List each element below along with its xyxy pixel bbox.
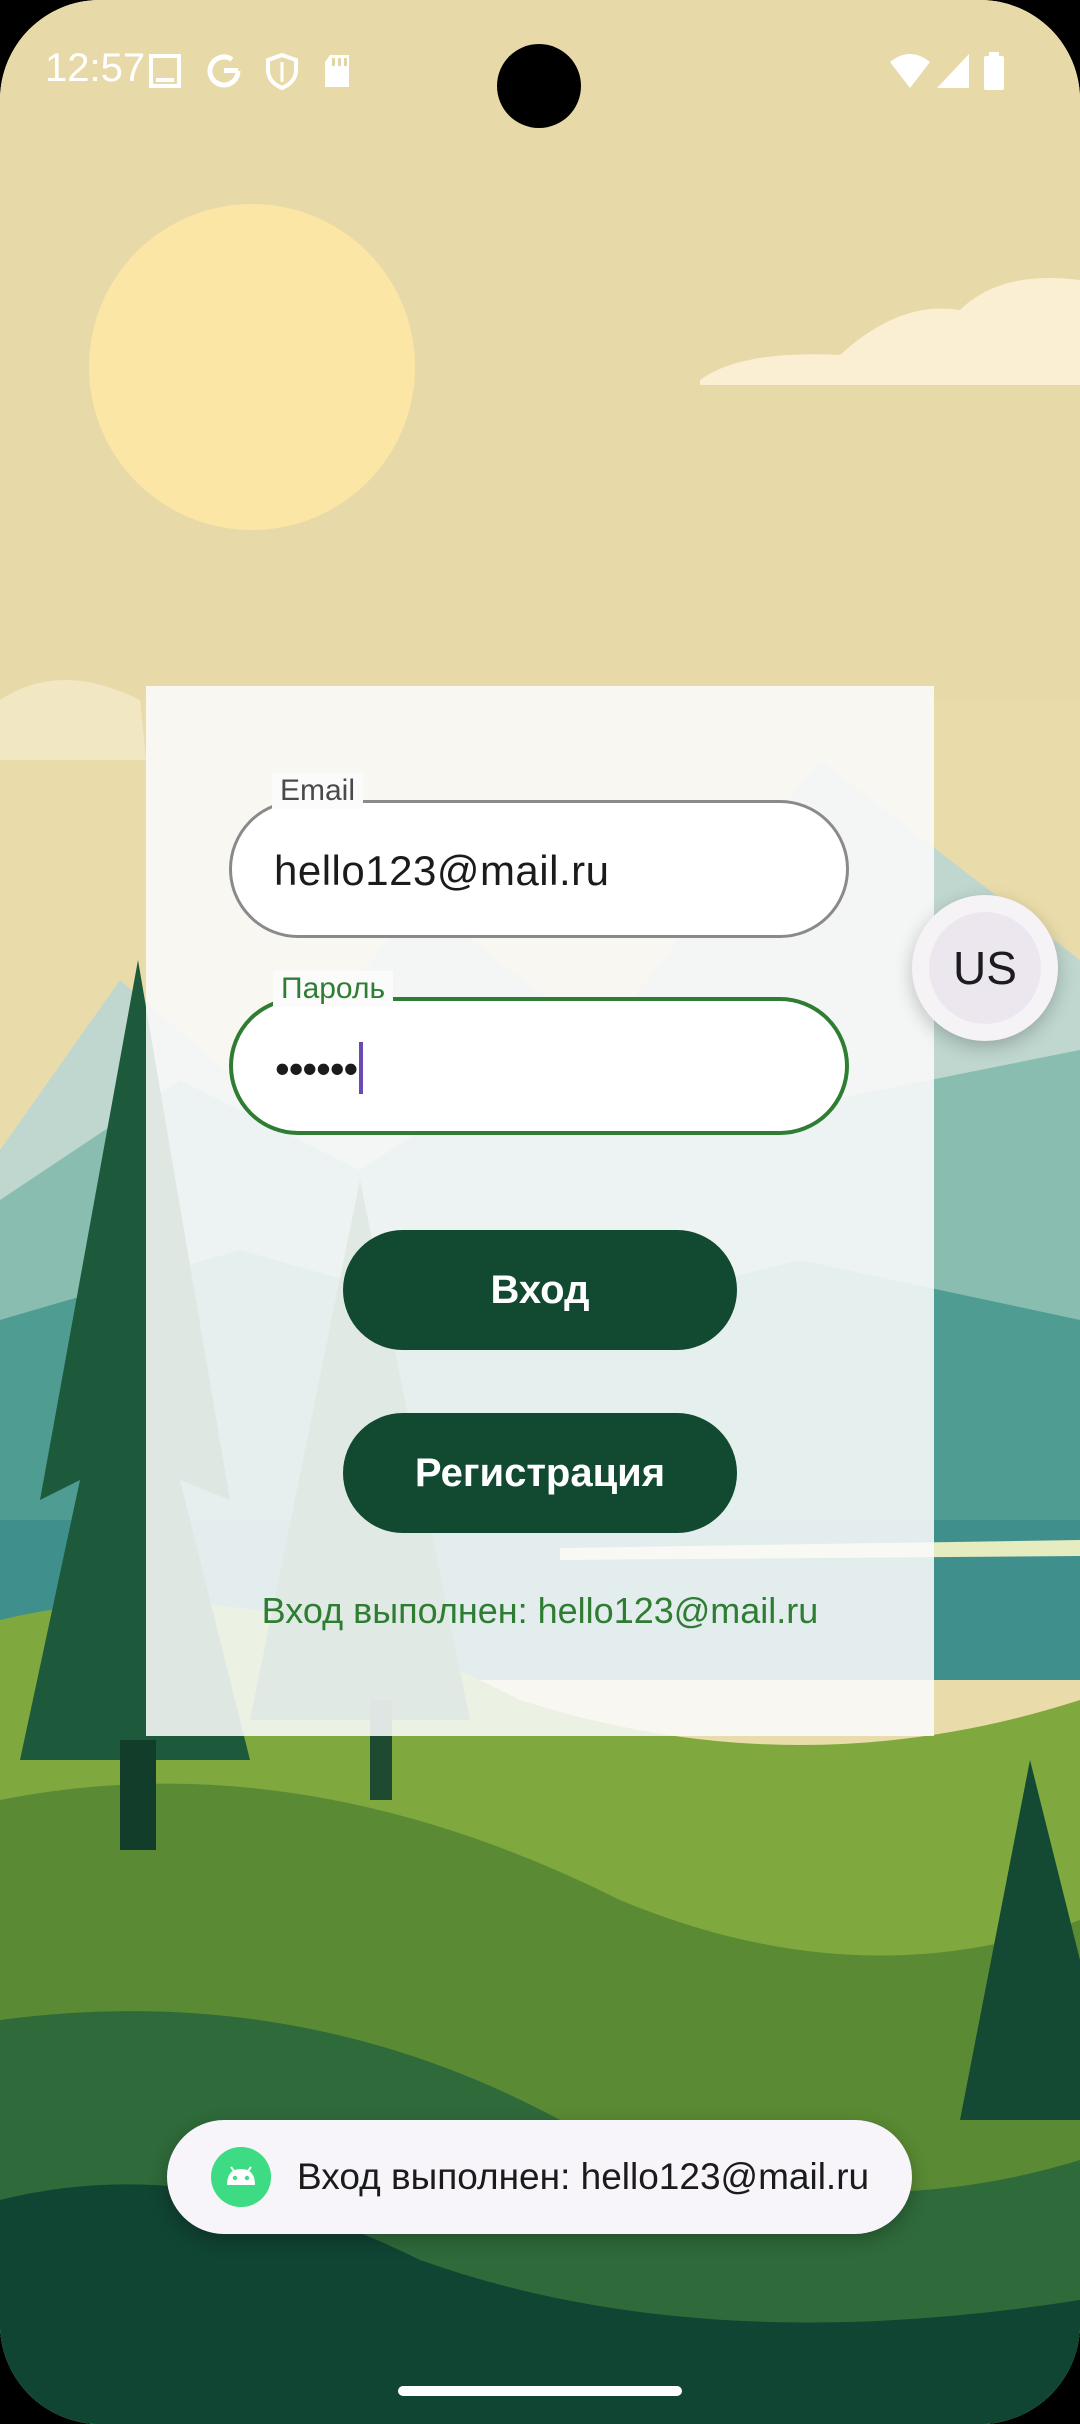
toast: Вход выполнен: hello123@mail.ru xyxy=(167,2120,912,2234)
camera-cutout xyxy=(497,44,581,128)
email-label: Email xyxy=(272,773,364,809)
register-button[interactable]: Регистрация xyxy=(343,1413,737,1533)
email-field[interactable]: Email hello123@mail.ru xyxy=(229,773,849,938)
home-indicator[interactable] xyxy=(398,2386,682,2396)
toast-text: Вход выполнен: hello123@mail.ru xyxy=(297,2156,870,2197)
sd-card-icon xyxy=(325,55,349,87)
text-caret xyxy=(359,1041,364,1094)
login-status-message: Вход выполнен: hello123@mail.ru xyxy=(261,1590,819,1631)
screen: 12:57 Email hello123@mail.ru Пароль ••••… xyxy=(0,0,1080,2424)
battery-icon xyxy=(984,52,1004,90)
wifi-icon xyxy=(890,54,930,88)
android-icon xyxy=(211,2147,271,2207)
google-icon xyxy=(207,54,241,88)
shield-icon xyxy=(266,52,298,90)
password-field[interactable]: Пароль •••••• xyxy=(229,971,849,1135)
email-value: hello123@mail.ru xyxy=(274,847,610,894)
language-label: US xyxy=(929,912,1041,1024)
signal-icon xyxy=(937,54,969,88)
status-time: 12:57 xyxy=(45,46,146,90)
password-label: Пароль xyxy=(273,971,394,1007)
password-value-wrap: •••••• xyxy=(275,1041,364,1098)
login-button[interactable]: Вход xyxy=(343,1230,737,1350)
screen-icon xyxy=(149,54,181,88)
password-value: •••••• xyxy=(275,1045,358,1092)
sun-shape xyxy=(89,204,415,530)
status-bar: 12:57 xyxy=(0,0,1080,140)
language-button[interactable]: US xyxy=(912,895,1058,1041)
